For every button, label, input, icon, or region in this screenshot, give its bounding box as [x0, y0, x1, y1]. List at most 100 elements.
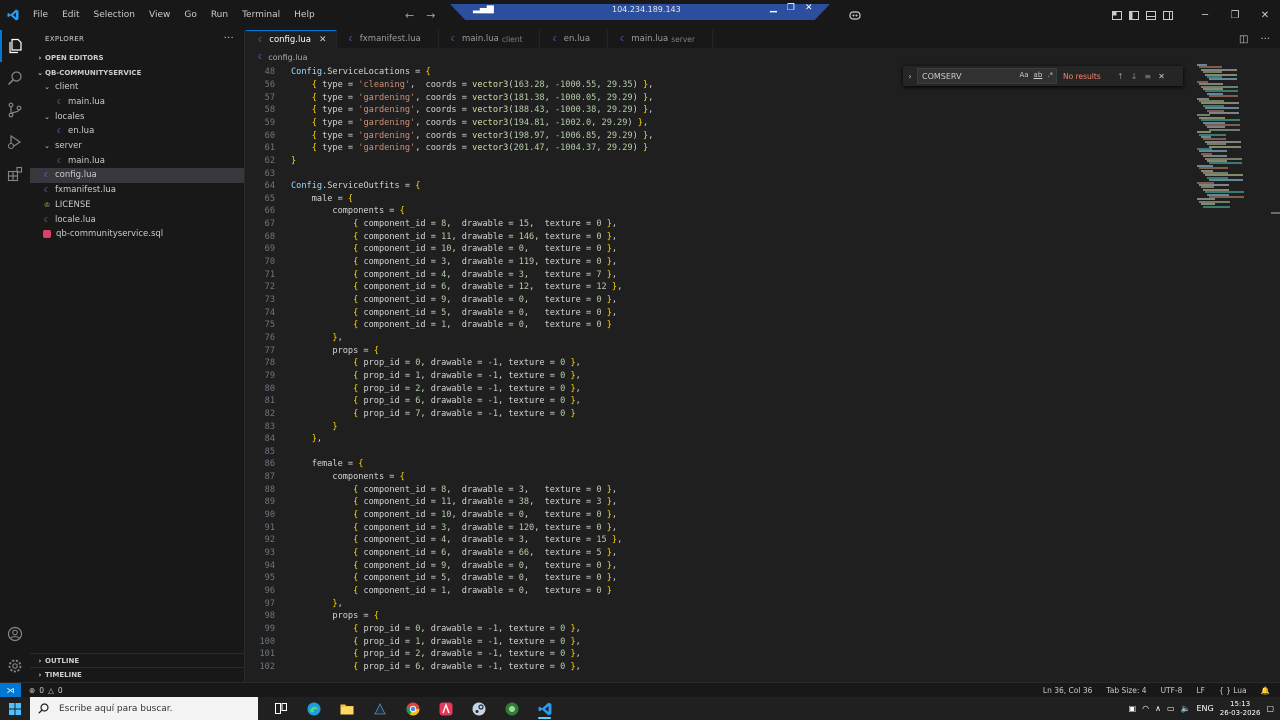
editor-tab[interactable]: ☾ config.lua ✕	[246, 30, 337, 48]
tray-volume-icon[interactable]: 🔈	[1181, 704, 1191, 713]
editor-more-icon[interactable]: ···	[1260, 34, 1270, 45]
tree-folder[interactable]: ⌄ client	[30, 80, 244, 95]
close-tab-icon[interactable]: ✕	[319, 35, 327, 45]
tray-app-icon[interactable]: ▣	[1129, 704, 1137, 713]
toggle-replace-icon[interactable]: ›	[903, 72, 917, 81]
tree-file[interactable]: ☾ fxmanifest.lua	[30, 183, 244, 198]
whole-word-icon[interactable]: ab	[1034, 71, 1043, 79]
maximize-button[interactable]: ❐	[1220, 0, 1250, 30]
adobe-app-icon[interactable]	[429, 697, 462, 720]
tree-file[interactable]: ☾ main.lua	[30, 95, 244, 110]
tray-language[interactable]: ENG	[1197, 704, 1214, 713]
find-input[interactable]: COMSERV Aa ab .*	[917, 68, 1057, 84]
tree-folder[interactable]: ⌄ server	[30, 139, 244, 154]
steam-icon[interactable]	[462, 697, 495, 720]
open-editors-section[interactable]: › OPEN EDITORS	[30, 50, 244, 65]
line-number: 79	[264, 370, 275, 381]
tree-file[interactable]: ☾ main.lua	[30, 153, 244, 168]
toggle-secondary-sidebar-icon[interactable]	[1159, 0, 1176, 30]
tray-wifi-icon[interactable]: ◠	[1142, 704, 1149, 713]
copilot-icon[interactable]	[846, 0, 863, 30]
breadcrumb-file[interactable]: config.lua	[268, 53, 307, 62]
previous-match-icon[interactable]: ↑	[1117, 72, 1124, 81]
notifications-icon[interactable]: 🔔	[1261, 686, 1270, 695]
tree-item-label: locales	[55, 111, 85, 122]
timeline-section[interactable]: › TIMELINE	[30, 667, 245, 681]
settings-gear-icon[interactable]	[0, 650, 30, 682]
problems-indicator[interactable]: ⊗ 0 △ 0	[29, 686, 63, 695]
edge-icon[interactable]	[297, 697, 330, 720]
code-editor[interactable]: 48 Config.ServiceLocations = {56 { type =…	[246, 64, 1280, 682]
outline-section[interactable]: › OUTLINE	[30, 653, 245, 667]
menu-help[interactable]: Help	[287, 0, 322, 30]
code-text: { component_id = 6, drawable = 12, textu…	[353, 282, 623, 293]
tree-file[interactable]: ☾ locale.lua	[30, 212, 244, 227]
notification-center-icon[interactable]: ▢	[1266, 704, 1274, 713]
tree-file[interactable]: qb-communityservice.sql	[30, 227, 244, 242]
language-mode[interactable]: { } Lua	[1219, 686, 1247, 695]
accounts-icon[interactable]	[0, 618, 30, 650]
tree-file[interactable]: ☾ en.lua	[30, 124, 244, 139]
close-find-icon[interactable]: ✕	[1158, 72, 1165, 81]
more-actions-icon[interactable]: ···	[224, 33, 234, 44]
toggle-panel-icon[interactable]	[1142, 0, 1159, 30]
minimize-button[interactable]: ─	[1190, 0, 1220, 30]
code-line: 69 { component_id = 10, drawable = 0, te…	[246, 243, 617, 256]
tab-size[interactable]: Tab Size: 4	[1106, 686, 1146, 695]
split-editor-icon[interactable]: ◫	[1239, 34, 1248, 45]
back-arrow-icon[interactable]: ←	[405, 9, 414, 22]
next-match-icon[interactable]: ↓	[1131, 72, 1138, 81]
lua-file-icon: ☾	[56, 98, 64, 107]
clock[interactable]: 15:13 26-03-2026	[1220, 700, 1261, 718]
menu-selection[interactable]: Selection	[87, 0, 142, 30]
customize-layout-icon[interactable]	[1108, 0, 1125, 30]
remote-indicator-icon[interactable]: ⋊	[0, 682, 21, 698]
project-section[interactable]: ⌄ QB-COMMUNITYSERVICE	[30, 65, 244, 80]
tree-file[interactable]: ♔ LICENSE	[30, 198, 244, 213]
cursor-position[interactable]: Ln 36, Col 36	[1043, 686, 1092, 695]
code-line: 92 { component_id = 4, drawable = 3, tex…	[246, 534, 623, 547]
find-in-selection-icon[interactable]: ≡	[1144, 72, 1151, 81]
heidisql-icon[interactable]	[495, 697, 528, 720]
remote-minimize-icon[interactable]: ▁	[770, 3, 777, 13]
tray-expand-icon[interactable]: ∧	[1155, 704, 1161, 713]
menu-run[interactable]: Run	[204, 0, 235, 30]
source-control-icon[interactable]	[0, 94, 30, 126]
minimap[interactable]	[1195, 64, 1255, 209]
tree-folder[interactable]: ⌄ locales	[30, 109, 244, 124]
editor-tab[interactable]: ☾ fxmanifest.lua	[337, 30, 439, 48]
extensions-icon[interactable]	[0, 158, 30, 190]
editor-tab[interactable]: ☾ en.lua	[540, 30, 609, 48]
line-number: 56	[264, 79, 275, 90]
forward-arrow-icon[interactable]: →	[426, 9, 435, 22]
regex-icon[interactable]: .*	[1047, 71, 1053, 79]
end-of-line[interactable]: LF	[1196, 686, 1205, 695]
windows-start-icon[interactable]	[0, 697, 30, 720]
tree-file[interactable]: ☾ config.lua	[30, 168, 244, 183]
menu-go[interactable]: Go	[177, 0, 203, 30]
match-case-icon[interactable]: Aa	[1019, 71, 1028, 79]
sql-file-icon	[43, 230, 51, 239]
run-debug-icon[interactable]	[0, 126, 30, 158]
tray-network-icon[interactable]: ▭	[1167, 704, 1175, 713]
task-view-icon[interactable]	[264, 697, 297, 720]
editor-tab[interactable]: ☾ main.lua server	[608, 30, 713, 48]
remote-restore-icon[interactable]: ❐	[787, 3, 795, 13]
menu-terminal[interactable]: Terminal	[235, 0, 287, 30]
menu-edit[interactable]: Edit	[55, 0, 86, 30]
chrome-icon[interactable]	[396, 697, 429, 720]
encoding[interactable]: UTF-8	[1161, 686, 1183, 695]
taskbar-search[interactable]: Escribe aquí para buscar.	[30, 697, 258, 720]
close-window-button[interactable]: ✕	[1250, 0, 1280, 30]
remote-close-icon[interactable]: ✕	[805, 3, 813, 13]
menu-file[interactable]: File	[26, 0, 55, 30]
editor-tab[interactable]: ☾ main.lua client	[439, 30, 541, 48]
explorer-icon[interactable]	[0, 30, 30, 62]
file-explorer-icon[interactable]	[330, 697, 363, 720]
fivem-icon[interactable]	[363, 697, 396, 720]
menu-view[interactable]: View	[142, 0, 177, 30]
vscode-taskbar-icon[interactable]	[528, 697, 561, 720]
search-icon[interactable]	[0, 62, 30, 94]
toggle-sidebar-icon[interactable]	[1125, 0, 1142, 30]
code-text: { prop_id = 7, drawable = -1, texture = …	[353, 408, 576, 419]
